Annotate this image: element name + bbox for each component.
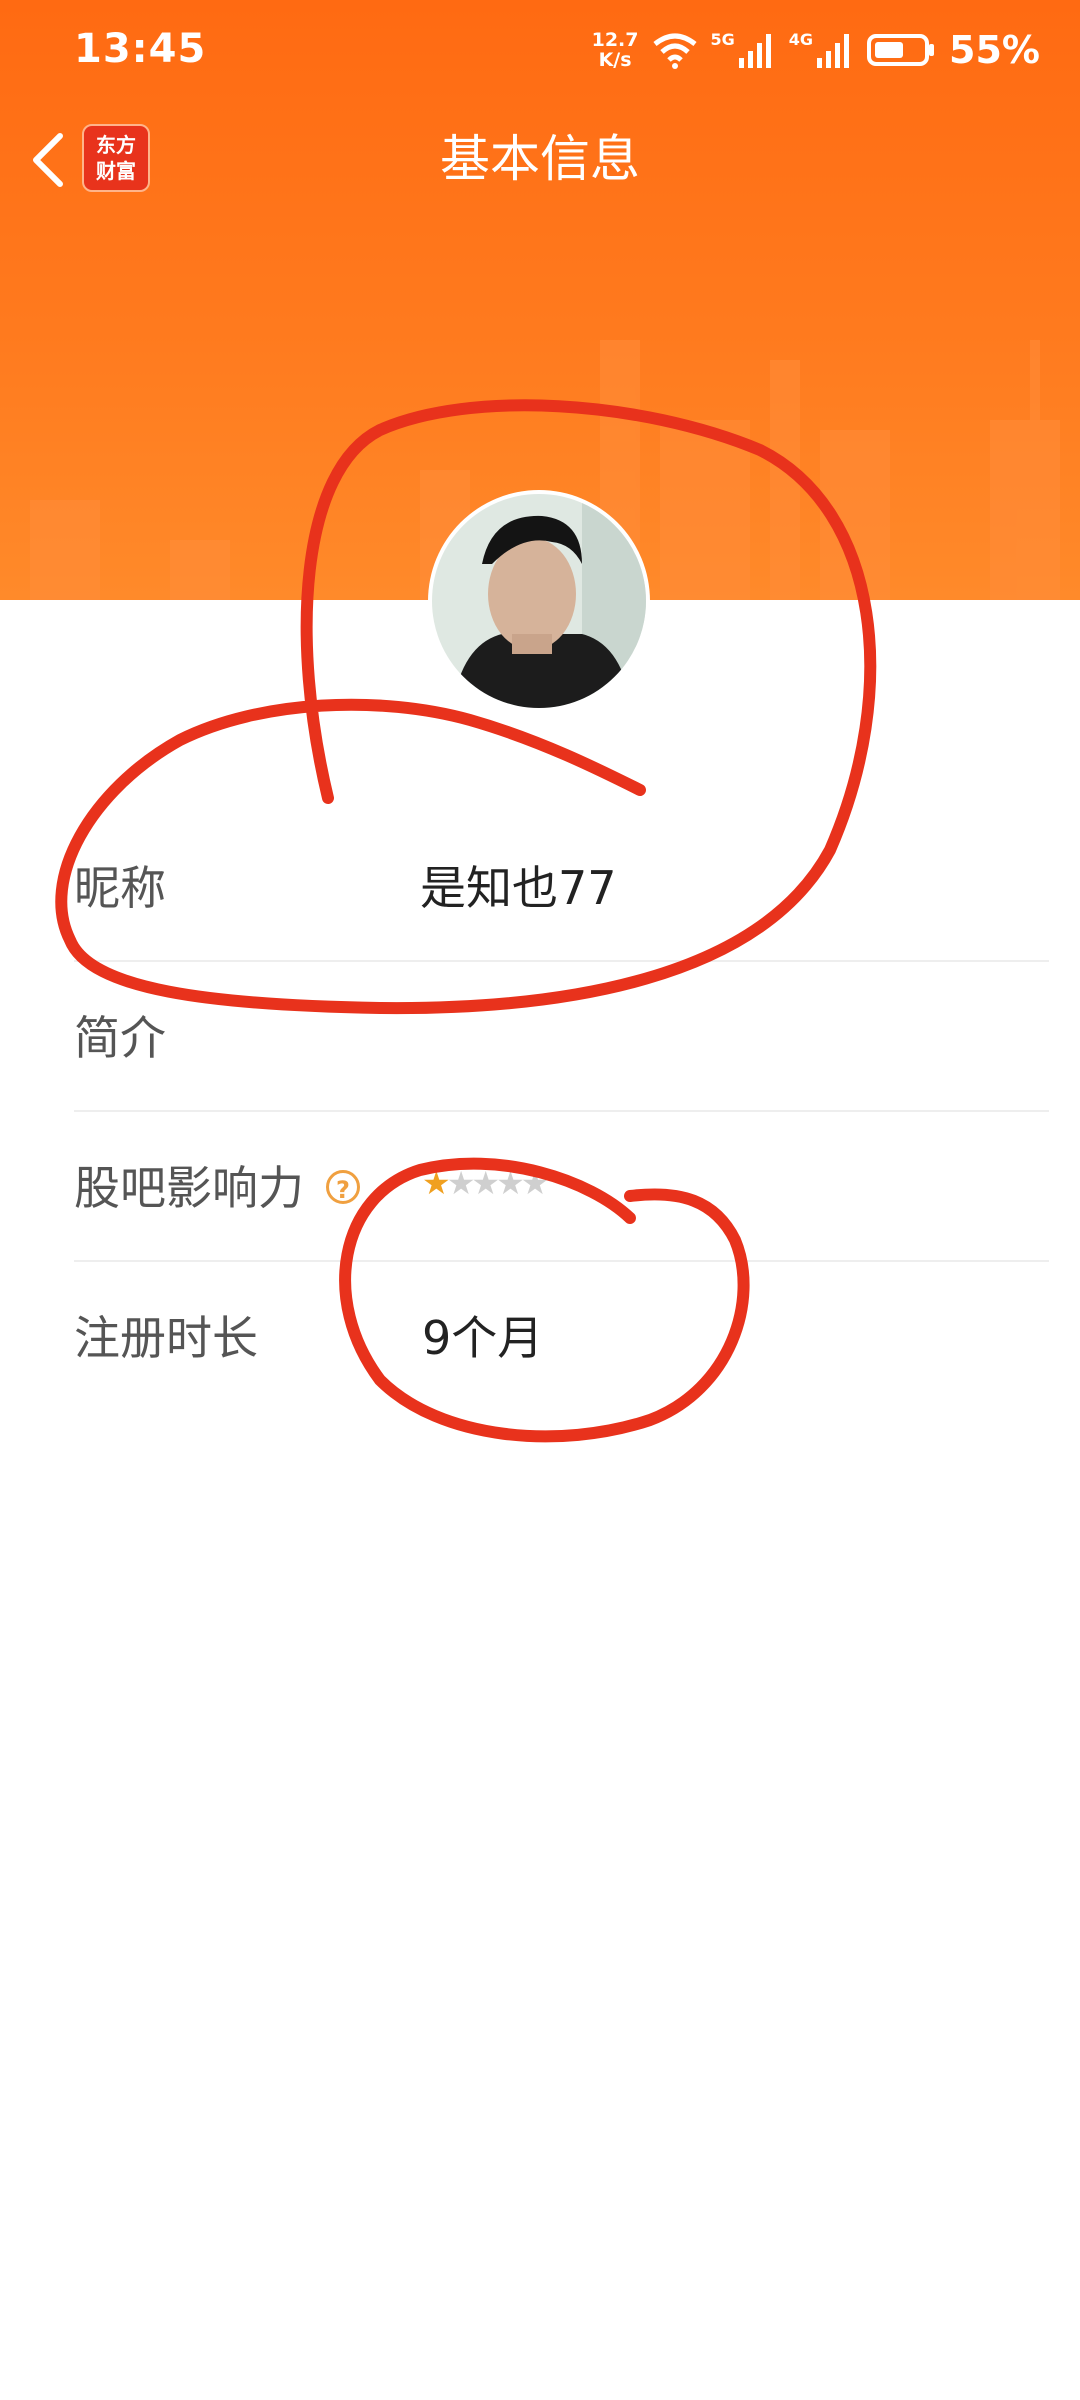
page-title: 基本信息	[440, 130, 640, 188]
star-empty-icon: ★	[471, 1164, 500, 1202]
signal-5g-label: 5G	[710, 30, 735, 49]
signal-4g-label: 4G	[788, 30, 814, 49]
registration-row: 注册时长 9个月	[74, 1262, 1049, 1412]
bio-label: 简介	[74, 1011, 166, 1065]
influence-label: 股吧影响力	[74, 1161, 304, 1215]
battery-icon	[867, 34, 935, 66]
signal-strength-icon	[817, 34, 850, 68]
signal-strength-icon	[738, 34, 771, 68]
star-empty-icon: ★	[496, 1164, 525, 1202]
nickname-label: 昵称	[74, 861, 166, 915]
avatar[interactable]	[432, 494, 646, 708]
avatar-photo	[432, 494, 646, 708]
status-bar: 13:45 12.7 K/s 5G 4G 55%	[0, 0, 1080, 100]
registration-label: 注册时长	[74, 1311, 258, 1365]
nickname-row[interactable]: 昵称 是知也77	[74, 812, 1049, 962]
registration-value: 9个月	[422, 1311, 544, 1365]
star-filled-icon: ★	[422, 1164, 451, 1202]
status-time: 13:45	[74, 26, 207, 72]
battery-percent: 55%	[949, 28, 1040, 72]
influence-row: 股吧影响力 ? ★★★★★	[74, 1112, 1049, 1262]
network-speed: 12.7 K/s	[591, 29, 639, 71]
star-empty-icon: ★	[446, 1164, 476, 1202]
wifi-icon	[652, 33, 697, 69]
star-empty-icon: ★	[520, 1164, 550, 1202]
bio-row[interactable]: 简介	[74, 962, 1049, 1112]
help-icon[interactable]: ?	[326, 1170, 360, 1204]
nickname-value: 是知也77	[420, 861, 617, 915]
influence-stars: ★★★★★	[422, 1164, 550, 1202]
